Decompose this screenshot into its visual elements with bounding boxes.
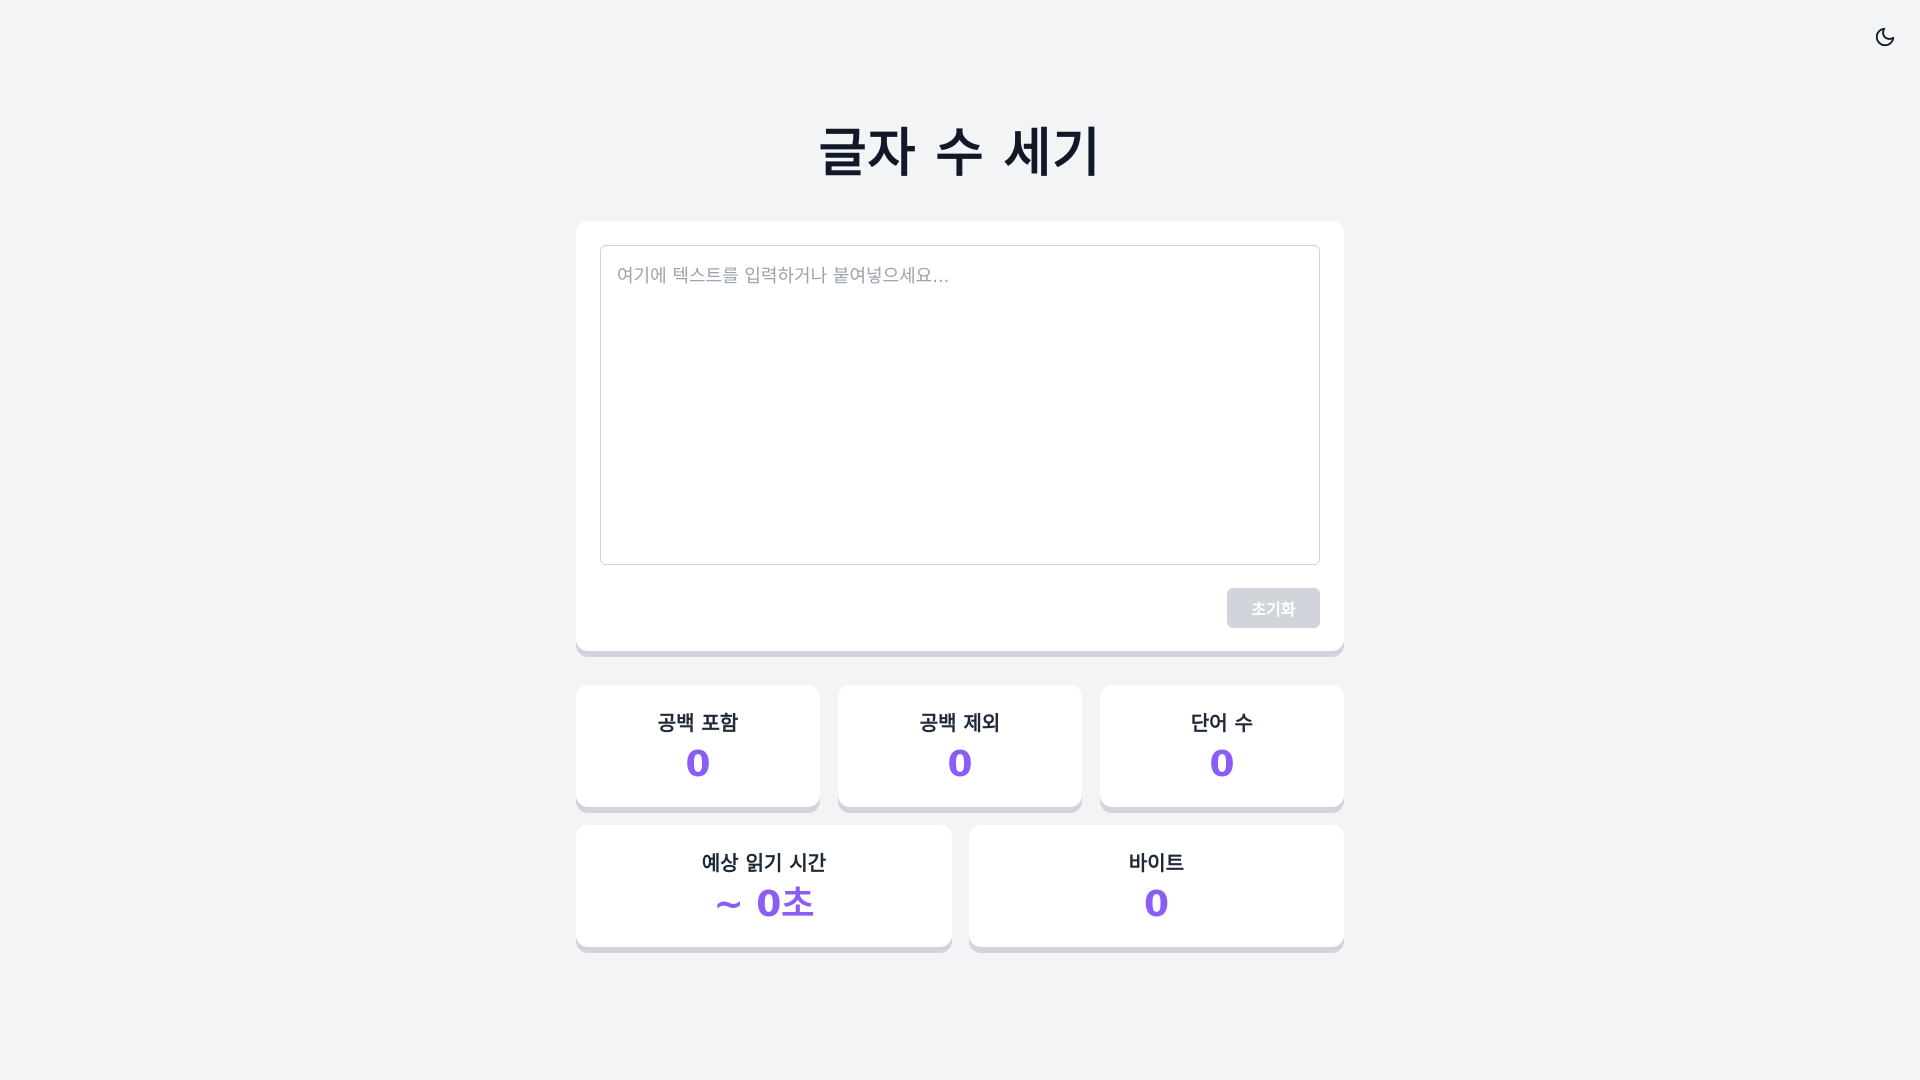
stat-card-without-spaces: 공백 제외 0 — [838, 685, 1082, 807]
stat-card-with-spaces: 공백 포함 0 — [576, 685, 820, 807]
stat-value: 0 — [947, 744, 973, 785]
stat-card-words: 단어 수 0 — [1100, 685, 1344, 807]
stat-value: ~ 0초 — [713, 884, 815, 925]
stat-label: 공백 제외 — [919, 711, 1001, 735]
stat-value: 0 — [685, 744, 711, 785]
moon-icon — [1875, 27, 1895, 47]
stat-label: 바이트 — [1128, 851, 1185, 875]
theme-toggle-button[interactable] — [1870, 22, 1900, 52]
stat-value: 0 — [1143, 884, 1170, 925]
stat-label: 단어 수 — [1190, 711, 1254, 735]
page-title: 글자 수 세기 — [818, 124, 1102, 184]
stat-card-bytes: 바이트 0 — [969, 825, 1344, 947]
stat-label: 공백 포함 — [657, 711, 739, 735]
text-input[interactable] — [600, 245, 1320, 565]
stat-value: 0 — [1209, 744, 1235, 785]
editor-card: 초기화 — [576, 221, 1344, 651]
stat-card-reading-time: 예상 읽기 시간 ~ 0초 — [576, 825, 952, 947]
reset-button[interactable]: 초기화 — [1227, 588, 1320, 628]
stat-label: 예상 읽기 시간 — [701, 851, 827, 875]
